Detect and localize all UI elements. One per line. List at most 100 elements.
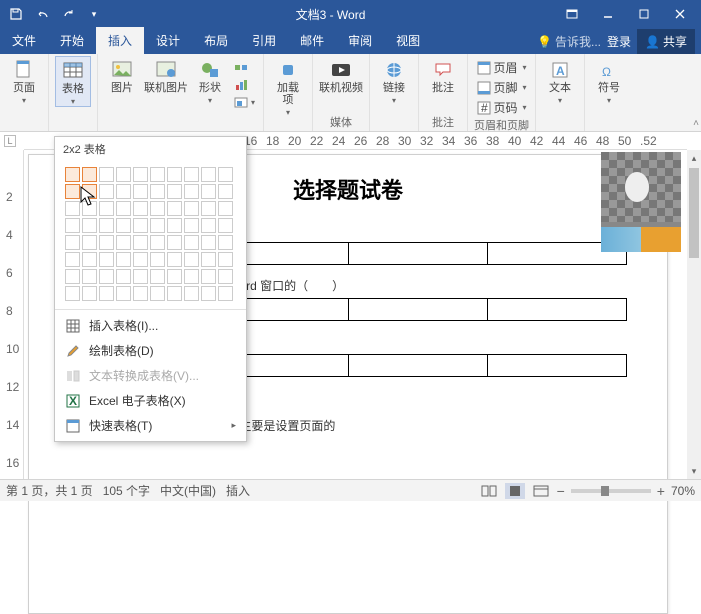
collapse-ribbon-icon[interactable]: ˄ — [693, 118, 699, 129]
grid-cell[interactable] — [82, 201, 97, 216]
grid-cell[interactable] — [167, 167, 182, 182]
grid-cell[interactable] — [184, 218, 199, 233]
insert-mode[interactable]: 插入 — [226, 482, 250, 499]
page-number-button[interactable]: #页码▾ — [475, 98, 529, 117]
grid-cell[interactable] — [116, 218, 131, 233]
grid-cell[interactable] — [99, 252, 114, 267]
grid-cell[interactable] — [167, 235, 182, 250]
tab-file[interactable]: 文件 — [0, 27, 48, 54]
undo-icon[interactable] — [30, 2, 54, 26]
login-button[interactable]: 登录 — [607, 33, 631, 50]
insert-table-menuitem[interactable]: 插入表格(I)... — [55, 313, 246, 338]
share-button[interactable]: 👤共享 — [637, 29, 695, 54]
online-picture-button[interactable]: 联机图片 — [144, 56, 188, 94]
grid-cell[interactable] — [201, 252, 216, 267]
grid-cell[interactable] — [82, 286, 97, 301]
grid-cell[interactable] — [116, 269, 131, 284]
grid-cell[interactable] — [184, 167, 199, 182]
grid-cell[interactable] — [167, 201, 182, 216]
grid-cell[interactable] — [116, 252, 131, 267]
grid-cell[interactable] — [218, 269, 233, 284]
grid-cell[interactable] — [201, 235, 216, 250]
scroll-thumb[interactable] — [689, 168, 699, 258]
grid-cell[interactable] — [99, 269, 114, 284]
table-size-grid[interactable] — [55, 161, 246, 309]
grid-cell[interactable] — [184, 252, 199, 267]
grid-cell[interactable] — [167, 269, 182, 284]
zoom-in-icon[interactable]: + — [657, 483, 665, 499]
tab-design[interactable]: 设计 — [144, 27, 192, 54]
grid-cell[interactable] — [99, 286, 114, 301]
grid-cell[interactable] — [150, 252, 165, 267]
screenshot-button[interactable]: ▾ — [232, 94, 257, 110]
grid-cell[interactable] — [184, 201, 199, 216]
grid-cell[interactable] — [82, 184, 97, 199]
excel-spreadsheet-menuitem[interactable]: XExcel 电子表格(X) — [55, 388, 246, 413]
grid-cell[interactable] — [218, 167, 233, 182]
grid-cell[interactable] — [65, 184, 80, 199]
shapes-button[interactable]: 形状▾ — [192, 56, 228, 105]
grid-cell[interactable] — [133, 167, 148, 182]
grid-cell[interactable] — [201, 201, 216, 216]
grid-cell[interactable] — [218, 286, 233, 301]
grid-cell[interactable] — [65, 286, 80, 301]
grid-cell[interactable] — [116, 167, 131, 182]
grid-cell[interactable] — [133, 252, 148, 267]
online-video-button[interactable]: 联机视频 — [319, 56, 363, 94]
vertical-ruler[interactable]: 246810121416 — [0, 150, 24, 479]
tab-home[interactable]: 开始 — [48, 27, 96, 54]
grid-cell[interactable] — [65, 167, 80, 182]
grid-cell[interactable] — [99, 235, 114, 250]
zoom-handle[interactable] — [601, 486, 609, 496]
scroll-up-icon[interactable]: ▴ — [687, 150, 701, 166]
grid-cell[interactable] — [167, 286, 182, 301]
tab-view[interactable]: 视图 — [384, 27, 432, 54]
grid-cell[interactable] — [150, 235, 165, 250]
scroll-down-icon[interactable]: ▾ — [687, 463, 701, 479]
tab-mailings[interactable]: 邮件 — [288, 27, 336, 54]
comments-button[interactable]: 批注 — [425, 56, 461, 94]
tell-me[interactable]: 💡告诉我... — [537, 33, 601, 50]
grid-cell[interactable] — [65, 252, 80, 267]
grid-cell[interactable] — [150, 201, 165, 216]
maximize-icon[interactable] — [627, 2, 661, 26]
page-status[interactable]: 第 1 页，共 1 页 — [6, 482, 93, 499]
grid-cell[interactable] — [65, 201, 80, 216]
qat-customize-icon[interactable]: ▾ — [82, 2, 106, 26]
grid-cell[interactable] — [218, 235, 233, 250]
table-button[interactable]: 表格▾ — [55, 56, 91, 107]
grid-cell[interactable] — [99, 201, 114, 216]
grid-cell[interactable] — [150, 286, 165, 301]
grid-cell[interactable] — [201, 167, 216, 182]
read-mode-icon[interactable] — [479, 483, 499, 499]
tab-selector[interactable]: L — [4, 135, 16, 147]
grid-cell[interactable] — [184, 269, 199, 284]
grid-cell[interactable] — [116, 286, 131, 301]
grid-cell[interactable] — [133, 201, 148, 216]
grid-cell[interactable] — [99, 218, 114, 233]
grid-cell[interactable] — [133, 184, 148, 199]
web-layout-icon[interactable] — [531, 483, 551, 499]
grid-cell[interactable] — [65, 235, 80, 250]
footer-button[interactable]: 页脚▾ — [475, 78, 529, 97]
grid-cell[interactable] — [201, 184, 216, 199]
grid-cell[interactable] — [150, 269, 165, 284]
grid-cell[interactable] — [133, 235, 148, 250]
picture-button[interactable]: 图片 — [104, 56, 140, 94]
zoom-level[interactable]: 70% — [671, 484, 695, 498]
grid-cell[interactable] — [201, 286, 216, 301]
grid-cell[interactable] — [150, 167, 165, 182]
grid-cell[interactable] — [150, 218, 165, 233]
grid-cell[interactable] — [201, 269, 216, 284]
smartart-button[interactable] — [232, 60, 257, 76]
grid-cell[interactable] — [65, 269, 80, 284]
zoom-out-icon[interactable]: − — [557, 483, 565, 499]
links-button[interactable]: 链接▾ — [376, 56, 412, 105]
grid-cell[interactable] — [167, 218, 182, 233]
symbol-button[interactable]: Ω符号▾ — [591, 56, 627, 105]
tab-references[interactable]: 引用 — [240, 27, 288, 54]
grid-cell[interactable] — [133, 286, 148, 301]
grid-cell[interactable] — [167, 252, 182, 267]
grid-cell[interactable] — [116, 184, 131, 199]
grid-cell[interactable] — [65, 218, 80, 233]
